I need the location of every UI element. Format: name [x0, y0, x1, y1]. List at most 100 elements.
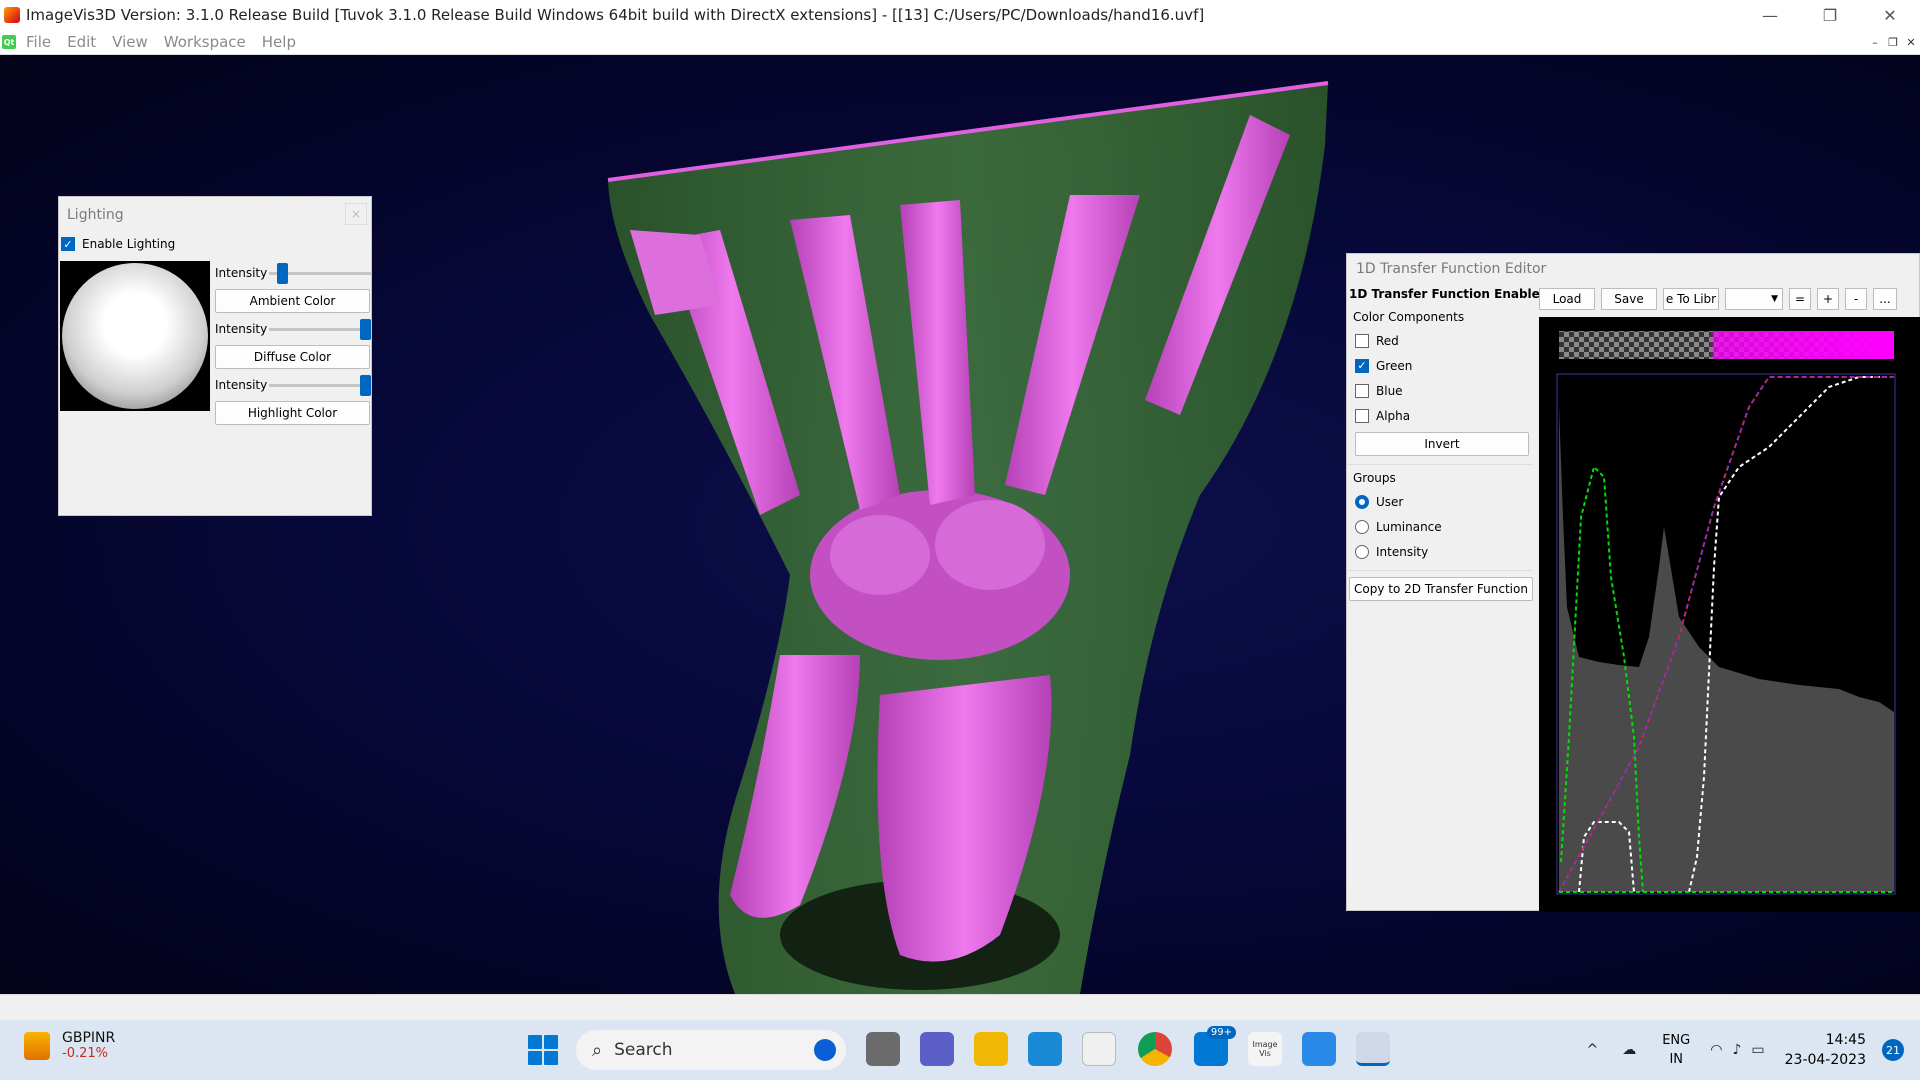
diffuse-intensity-label: Intensity [215, 322, 268, 336]
battery-icon[interactable]: ▭ [1751, 1042, 1764, 1058]
diffuse-intensity-row: Intensity [215, 317, 373, 341]
diffuse-color-button[interactable]: Diffuse Color [215, 345, 370, 369]
notification-badge[interactable]: 21 [1882, 1039, 1904, 1061]
green-checkbox[interactable]: ✓ [1355, 358, 1369, 373]
invert-button[interactable]: Invert [1355, 432, 1529, 456]
minimize-button[interactable]: — [1740, 0, 1800, 30]
alpha-label: Alpha [1376, 408, 1411, 423]
luminance-radio[interactable] [1355, 519, 1369, 534]
edge-browser-icon[interactable] [1028, 1032, 1062, 1066]
file-explorer-icon[interactable] [974, 1032, 1008, 1066]
tf-editor-title: 1D Transfer Function Editor [1356, 261, 1547, 277]
mail-badge: 99+ [1206, 1026, 1236, 1039]
clock-time: 14:45 [1825, 1032, 1866, 1048]
enable-lighting-checkbox[interactable]: ✓ [61, 237, 75, 251]
chrome-icon[interactable] [1138, 1032, 1172, 1066]
clock[interactable]: 14:45 23-04-2023 [1785, 1030, 1866, 1070]
red-label: Red [1376, 333, 1399, 348]
windows-taskbar: GBPINR -0.21% ⌕ Search 99+ Image Vis ^ ☁… [0, 1020, 1920, 1080]
volume-icon[interactable]: ♪ [1732, 1042, 1741, 1058]
component-green[interactable]: ✓ Green [1355, 353, 1533, 378]
menu-help[interactable]: Help [256, 33, 306, 51]
mdi-restore-button[interactable]: ❐ [1884, 36, 1902, 49]
language-indicator[interactable]: ENG IN [1662, 1031, 1690, 1069]
onedrive-icon[interactable]: ☁ [1622, 1042, 1636, 1058]
group-user[interactable]: User [1355, 489, 1533, 514]
light-preview[interactable] [60, 261, 210, 411]
load-button[interactable]: Load [1539, 288, 1595, 310]
lighting-panel-title: Lighting × [59, 197, 371, 233]
chevron-down-icon: ▼ [1771, 294, 1778, 304]
ambient-slider-handle[interactable] [277, 262, 288, 284]
system-tray: ^ ☁ ENG IN ◠ ♪ ▭ 14:45 23-04-2023 21 [1586, 1020, 1920, 1080]
snipping-tool-icon[interactable] [1356, 1032, 1390, 1066]
status-bar [0, 994, 1920, 1020]
tf-histogram-plot[interactable] [1539, 317, 1920, 912]
bing-icon [814, 1039, 836, 1061]
mail-icon[interactable]: 99+ [1194, 1026, 1236, 1066]
ambient-intensity-row: Intensity [215, 261, 373, 285]
intensity-radio[interactable] [1355, 544, 1369, 559]
lighting-panel: Lighting × ✓ Enable Lighting Intensity A… [58, 196, 372, 516]
library-dropdown[interactable]: ▼ [1725, 288, 1783, 310]
microsoft-store-icon[interactable] [1082, 1032, 1116, 1066]
windows-start-icon[interactable] [528, 1035, 558, 1065]
red-checkbox[interactable] [1355, 333, 1369, 348]
window-titlebar: ImageVis3D Version: 3.1.0 Release Build … [0, 0, 1920, 30]
imagevis-taskbar-label: Image Vis [1252, 1040, 1278, 1058]
diffuse-slider-handle[interactable] [360, 318, 371, 340]
color-components-title: Color Components [1353, 310, 1465, 324]
user-radio[interactable] [1355, 494, 1369, 509]
light-controls: Intensity Ambient Color Intensity Diffus… [215, 261, 373, 429]
menu-edit[interactable]: Edit [61, 33, 106, 51]
blue-label: Blue [1376, 383, 1403, 398]
save-to-library-button[interactable]: e To Libr [1663, 288, 1719, 310]
copy-to-2d-button[interactable]: Copy to 2D Transfer Function [1349, 577, 1533, 601]
component-alpha[interactable]: Alpha [1355, 403, 1533, 428]
alpha-checkbox[interactable] [1355, 408, 1369, 423]
imagevis3d-app-icon [4, 7, 20, 23]
enable-lighting-row[interactable]: ✓ Enable Lighting [59, 233, 371, 255]
component-red[interactable]: Red [1355, 328, 1533, 353]
taskbar-search[interactable]: ⌕ Search [576, 1030, 846, 1070]
remove-button[interactable]: - [1845, 288, 1867, 310]
group-luminance[interactable]: Luminance [1355, 514, 1533, 539]
stock-widget[interactable]: GBPINR -0.21% [24, 1030, 115, 1061]
close-button[interactable]: ✕ [1860, 0, 1920, 30]
color-components-group: Color Components Red ✓ Green Blue Alpha … [1347, 306, 1533, 465]
highlight-color-button[interactable]: Highlight Color [215, 401, 370, 425]
component-blue[interactable]: Blue [1355, 378, 1533, 403]
highlight-intensity-slider[interactable] [269, 374, 371, 396]
teams-chat-icon[interactable] [920, 1032, 954, 1066]
qt-logo-icon: Qt [2, 35, 16, 49]
enable-lighting-label: Enable Lighting [82, 237, 176, 251]
user-label: User [1376, 494, 1404, 509]
histogram [1559, 407, 1894, 892]
highlight-slider-handle[interactable] [360, 374, 371, 396]
chevron-up-icon[interactable]: ^ [1586, 1042, 1598, 1058]
menu-workspace[interactable]: Workspace [158, 33, 256, 51]
group-intensity[interactable]: Intensity [1355, 539, 1533, 564]
ambient-color-button[interactable]: Ambient Color [215, 289, 370, 313]
equal-button[interactable]: = [1789, 288, 1811, 310]
ambient-intensity-slider[interactable] [269, 262, 371, 284]
mdi-close-button[interactable]: ✕ [1902, 36, 1920, 49]
lighting-close-button[interactable]: × [345, 203, 367, 225]
menu-file[interactable]: File [20, 33, 61, 51]
diffuse-intensity-slider[interactable] [269, 318, 371, 340]
more-button[interactable]: ... [1873, 288, 1897, 310]
add-button[interactable]: + [1817, 288, 1839, 310]
pen-tool-icon[interactable] [1302, 1032, 1336, 1066]
transfer-function-canvas[interactable] [1539, 317, 1920, 912]
ambient-intensity-label: Intensity [215, 266, 268, 280]
tf-enabled-label[interactable]: 1D Transfer Function Enabled [1347, 284, 1548, 304]
mdi-minimize-button[interactable]: – [1866, 36, 1884, 49]
wifi-icon[interactable]: ◠ [1710, 1042, 1722, 1058]
imagevis3d-taskbar-icon[interactable]: Image Vis [1248, 1032, 1282, 1066]
save-button[interactable]: Save [1601, 288, 1657, 310]
menu-view[interactable]: View [106, 33, 158, 51]
task-view-icon[interactable] [866, 1032, 900, 1066]
carpal-bone [935, 500, 1045, 590]
maximize-button[interactable]: ❐ [1800, 0, 1860, 30]
blue-checkbox[interactable] [1355, 383, 1369, 398]
